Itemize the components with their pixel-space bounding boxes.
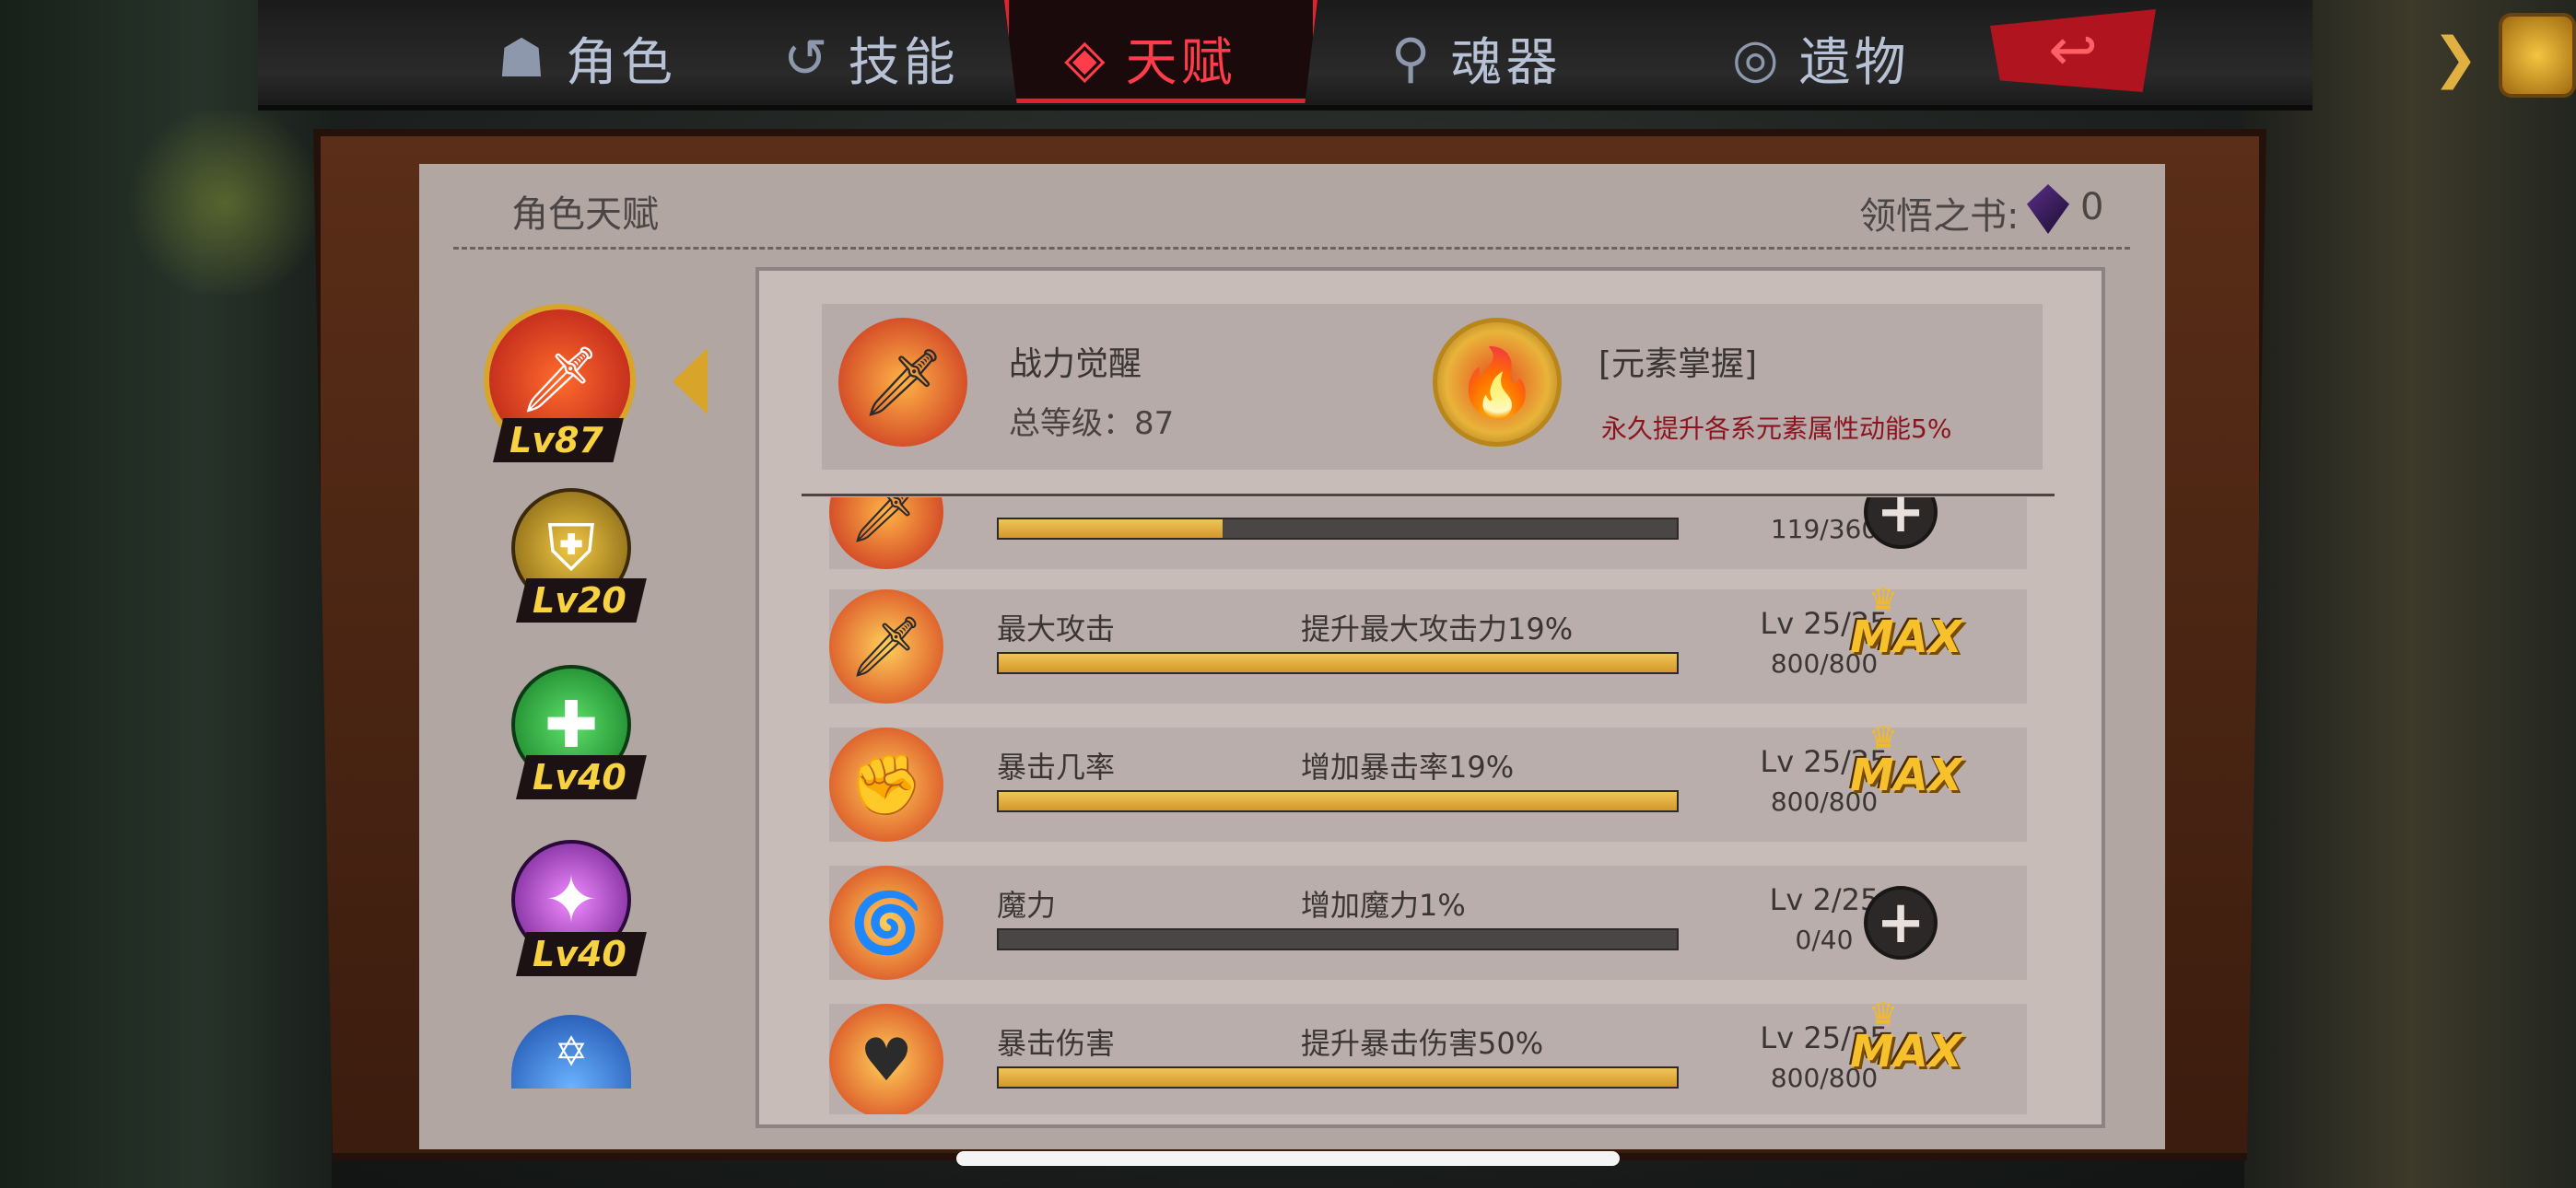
talent-icon: ◈ [1064, 27, 1109, 89]
shield-icon: ⛨ [546, 509, 596, 586]
talent-list[interactable]: 🗡 119/360 + 🗡 最大攻击 提升最大攻击力19% Lv 25/25 8… [811, 497, 2101, 1114]
tab-label: 技能 [848, 32, 959, 93]
talent-desc: 增加暴击率19% [1301, 750, 1515, 785]
talent-progress-fill [999, 792, 1677, 810]
crit-rate-icon: ✊ [829, 728, 943, 842]
max-badge: MAX [1850, 750, 1962, 801]
tree-node-level: Lv40 [516, 932, 647, 976]
book-label: 领悟之书: [1859, 195, 2020, 238]
element-mastery-icon[interactable]: 🔥 [1433, 318, 1562, 447]
talent-row: 🗡 119/360 + [829, 497, 2027, 569]
tab-label: 魂器 [1450, 32, 1562, 93]
talent-progress-fill [999, 1068, 1677, 1087]
background-right [2244, 0, 2576, 1188]
talent-progress-fill [999, 519, 1223, 538]
header-right-name: [元素掌握] [1598, 345, 1758, 383]
weapon-flame-icon: 🗡 [829, 497, 943, 569]
upgrade-button[interactable]: + [1864, 886, 1938, 960]
talent-row: ✊ 暴击几率 增加暴击率19% Lv 25/25 800/800 ♛ MAX [829, 720, 2027, 842]
tab-label: 角色 [566, 32, 676, 93]
tree-node-level: Lv40 [516, 755, 647, 799]
talent-name: 最大攻击 [997, 611, 1116, 646]
talent-progress-bar [997, 928, 1679, 950]
home-indicator[interactable] [956, 1151, 1620, 1166]
talent-row: 🗡 最大攻击 提升最大攻击力19% Lv 25/25 800/800 ♛ MAX [829, 582, 2027, 704]
talent-name: 暴击伤害 [997, 1026, 1116, 1061]
sword-flame-icon: 🗡 [519, 342, 601, 417]
talent-desc: 提升最大攻击力19% [1301, 611, 1574, 646]
back-arrow-icon: ↩ [2048, 17, 2098, 85]
relic-icon: ◎ [1732, 27, 1783, 89]
tab-label: 遗物 [1798, 32, 1910, 93]
talent-row: ♥ 暴击伤害 提升暴击伤害50% Lv 25/25 800/800 ♛ MAX [829, 996, 2027, 1114]
talent-progress-bar [997, 652, 1679, 674]
talent-progress-bar [997, 1066, 1679, 1089]
tree-node-level: Lv20 [516, 578, 647, 623]
chevron-right-icon[interactable]: ❯ [2432, 26, 2478, 90]
power-awaken-icon: 🗡 [838, 318, 967, 447]
talent-row: 🌀 魔力 增加魔力1% Lv 2/25 0/40 + [829, 866, 2027, 980]
talent-progress-fill [999, 654, 1677, 672]
crit-damage-icon: ♥ [829, 1004, 943, 1114]
talent-desc: 提升暴击伤害50% [1301, 1026, 1544, 1061]
header-right-desc: 永久提升各系元素属性动能5% [1601, 413, 1952, 444]
max-badge: MAX [1850, 1026, 1962, 1077]
tree-node-level: Lv87 [493, 418, 624, 462]
talent-progress-bar [997, 518, 1679, 540]
header-left-level: 总等级：87 [1009, 405, 1175, 442]
magic-star-icon: ✦ [544, 862, 599, 938]
plus-icon: + [1876, 889, 1926, 957]
tab-talent[interactable]: ◈ 天赋 [1064, 17, 1236, 99]
heal-cross-icon: ✚ [544, 687, 599, 763]
tab-soul-vessel[interactable]: ⚲ 魂器 [1391, 17, 1561, 99]
talent-name: 暴击几率 [997, 750, 1116, 785]
talent-name: 魔力 [997, 888, 1057, 923]
selected-node-arrow [673, 348, 708, 414]
treasure-chest-icon[interactable] [2499, 13, 2576, 98]
tab-character[interactable]: ☗ 角色 [498, 17, 676, 99]
plus-icon: + [1876, 497, 1926, 546]
water-star-icon: ✡ [554, 1028, 589, 1076]
max-attack-icon: 🗡 [829, 589, 943, 704]
tab-relic[interactable]: ◎ 遗物 [1732, 17, 1910, 99]
character-icon: ☗ [498, 27, 549, 89]
mana-icon: 🌀 [829, 866, 943, 980]
background-glow [120, 111, 332, 295]
book-count: 0 [2080, 186, 2104, 228]
panel-divider [453, 247, 2130, 250]
panel-title: 角色天赋 [511, 193, 659, 236]
soul-vessel-icon: ⚲ [1391, 27, 1434, 89]
talent-desc: 增加魔力1% [1301, 888, 1466, 923]
tab-skill[interactable]: ↺ 技能 [783, 17, 959, 99]
header-left-name: 战力觉醒 [1009, 345, 1142, 383]
talent-progress-bar [997, 790, 1679, 812]
max-badge: MAX [1850, 611, 1962, 663]
skill-icon: ↺ [783, 27, 832, 89]
content-divider [802, 494, 2055, 496]
tab-label: 天赋 [1125, 32, 1236, 93]
